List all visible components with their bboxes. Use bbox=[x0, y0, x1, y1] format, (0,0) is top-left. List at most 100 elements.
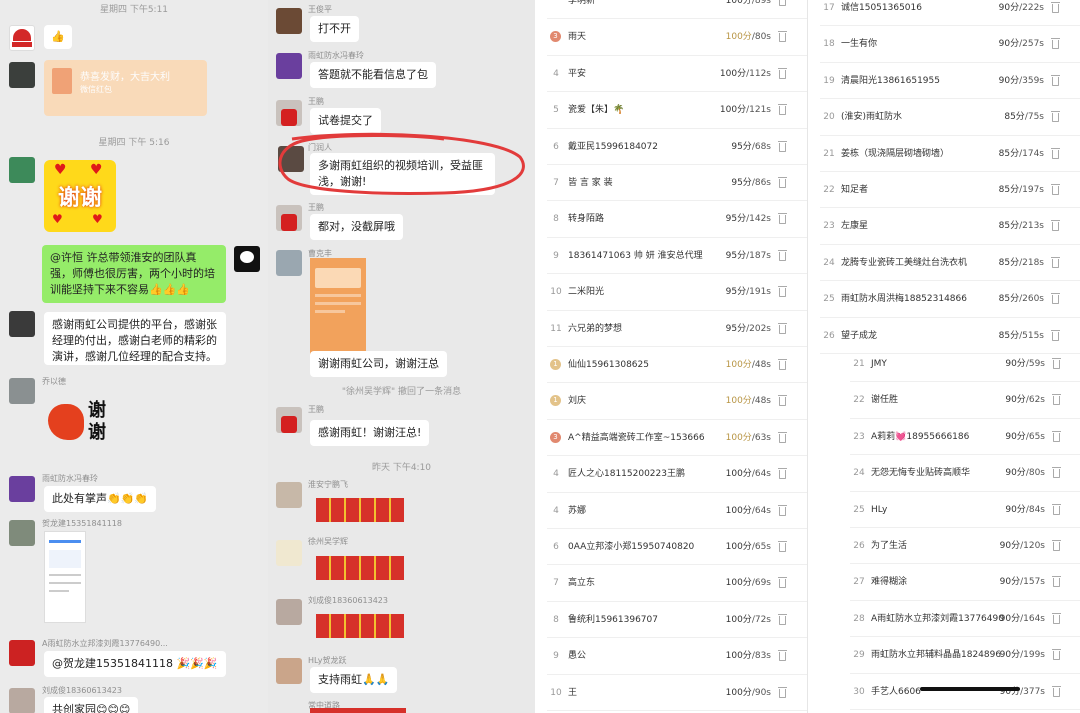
ranking-row[interactable]: 23 A莉莉💓18955666186 90分/65s bbox=[838, 419, 1080, 456]
ranking-row[interactable]: 30 手艺人6606 90分/377s bbox=[838, 674, 1080, 710]
ranking-row[interactable]: 29 雨虹防水立邦辅料晶晶1824896 90分/199s bbox=[838, 637, 1080, 674]
ranking-row[interactable]: 18 一生有你 90分/257s bbox=[808, 26, 1080, 63]
avatar[interactable] bbox=[276, 8, 302, 34]
avatar[interactable] bbox=[276, 205, 302, 231]
trash-icon[interactable] bbox=[778, 650, 787, 662]
ranking-row[interactable]: 26 为了生活 90分/120s bbox=[838, 528, 1080, 565]
trash-icon[interactable] bbox=[1051, 256, 1060, 268]
message-bubble-self[interactable]: @许恒 许总带领淮安的团队真强，师傅也很厉害，两个小时的培训能坚持下来不容易👍👍… bbox=[42, 245, 226, 303]
trash-icon[interactable] bbox=[778, 31, 787, 43]
avatar[interactable] bbox=[9, 688, 35, 713]
avatar[interactable] bbox=[276, 53, 302, 79]
trash-icon[interactable] bbox=[1051, 293, 1060, 305]
ranking-row[interactable]: 1 仙仙15961308625 100分/48s bbox=[535, 347, 807, 384]
message-bubble[interactable]: 👍 bbox=[44, 25, 72, 49]
ranking-row[interactable]: 23 左康星 85分/213s bbox=[808, 208, 1080, 245]
trash-icon[interactable] bbox=[1051, 111, 1060, 123]
message-bubble[interactable]: 支持雨虹🙏🙏 bbox=[310, 667, 398, 693]
trash-icon[interactable] bbox=[1052, 430, 1061, 442]
trash-icon[interactable] bbox=[778, 504, 787, 516]
ranking-row[interactable]: 6 戴亚民15996184072 95分/68s bbox=[535, 129, 807, 165]
trash-icon[interactable] bbox=[1052, 612, 1061, 624]
ranking-row[interactable]: 4 平安 100分/112s bbox=[535, 56, 807, 93]
avatar[interactable] bbox=[276, 100, 302, 126]
ranking-row[interactable]: 27 难得糊涂 90分/157s bbox=[838, 564, 1080, 601]
avatar[interactable] bbox=[9, 640, 35, 666]
ranking-row[interactable]: 22 谢任胜 90分/62s bbox=[838, 382, 1080, 419]
ranking-row[interactable]: 9 18361471063 帅 妍 淮安总代理 95分/187s bbox=[535, 238, 807, 275]
message-bubble[interactable]: 共创家园😊😊😊 bbox=[44, 697, 139, 713]
ranking-row[interactable]: 4 匠人之心18115200223王鹏 100分/64s bbox=[535, 456, 807, 493]
trash-icon[interactable] bbox=[1051, 329, 1060, 341]
message-bubble[interactable]: 答题就不能看信息了包 bbox=[310, 62, 436, 88]
avatar[interactable] bbox=[276, 407, 302, 433]
trash-icon[interactable] bbox=[778, 686, 787, 698]
avatar[interactable] bbox=[9, 62, 35, 88]
ranking-row[interactable]: 19 清晨阳光13861651955 90分/359s bbox=[808, 63, 1080, 100]
trash-icon[interactable] bbox=[778, 213, 787, 225]
trash-icon[interactable] bbox=[1052, 394, 1061, 406]
trash-icon[interactable] bbox=[1051, 2, 1060, 13]
trash-icon[interactable] bbox=[1052, 649, 1061, 661]
ranking-row[interactable]: 7 皆 言 家 装 95分/86s bbox=[535, 165, 807, 202]
trash-icon[interactable] bbox=[1051, 220, 1060, 232]
trash-icon[interactable] bbox=[778, 431, 787, 443]
avatar[interactable] bbox=[276, 599, 302, 625]
trash-icon[interactable] bbox=[1052, 467, 1061, 479]
ranking-row[interactable]: 24 龙腾专业瓷砖工美缝灶台洗衣机 85分/218s bbox=[808, 245, 1080, 282]
trash-icon[interactable] bbox=[1052, 540, 1061, 551]
avatar[interactable] bbox=[9, 378, 35, 404]
ranking-row[interactable]: 21 JMY 90分/59s bbox=[838, 346, 1080, 383]
message-bubble[interactable]: @贺龙建15351841118 🎉🎉🎉 bbox=[44, 651, 226, 677]
trash-icon[interactable] bbox=[778, 395, 787, 407]
image-message[interactable] bbox=[310, 258, 366, 356]
trash-icon[interactable] bbox=[778, 541, 787, 552]
ranking-row[interactable]: 25 HLy 90分/84s bbox=[838, 492, 1080, 528]
trash-icon[interactable] bbox=[778, 286, 787, 298]
ranking-row[interactable]: 3 A^精益高端瓷砖工作室~153666 100分/63s bbox=[535, 420, 807, 457]
ranking-row[interactable]: 17 诚信15051365016 90分/222s bbox=[808, 0, 1080, 27]
avatar[interactable] bbox=[9, 25, 35, 51]
ranking-row[interactable]: 7 高立东 100分/69s bbox=[535, 565, 807, 602]
ranking-row[interactable]: 6 0AA立邦漆小郑15950740820 100分/65s bbox=[535, 529, 807, 566]
avatar[interactable] bbox=[9, 476, 35, 502]
avatar[interactable] bbox=[276, 250, 302, 276]
avatar[interactable] bbox=[276, 482, 302, 508]
ranking-row[interactable]: 20 (淮安)雨虹防水 85分/75s bbox=[808, 99, 1080, 136]
ranking-row[interactable]: 28 A雨虹防水立邦漆刘霞13776490 90分/164s bbox=[838, 601, 1080, 638]
ranking-row[interactable]: 10 王 100分/90s bbox=[535, 675, 807, 711]
ranking-row[interactable]: 10 二米阳光 95分/191s bbox=[535, 274, 807, 311]
message-bubble[interactable]: 此处有掌声👏👏👏 bbox=[44, 486, 157, 512]
trash-icon[interactable] bbox=[1051, 147, 1060, 159]
message-bubble[interactable]: 打不开 bbox=[310, 16, 359, 42]
ranking-row[interactable]: 8 转身陌路 95分/142s bbox=[535, 201, 807, 238]
trash-icon[interactable] bbox=[1051, 74, 1060, 86]
avatar[interactable] bbox=[234, 246, 260, 272]
trash-icon[interactable] bbox=[1051, 184, 1060, 195]
avatar[interactable] bbox=[9, 520, 35, 546]
ranking-row[interactable]: 11 六兄弟的梦想 95分/202s bbox=[535, 311, 807, 347]
trash-icon[interactable] bbox=[1052, 576, 1061, 588]
trash-icon[interactable] bbox=[778, 67, 787, 79]
ranking-row[interactable]: 8 鲁统利15961396707 100分/72s bbox=[535, 602, 807, 639]
trash-icon[interactable] bbox=[778, 359, 787, 370]
ranking-row[interactable]: 22 知足者 85分/197s bbox=[808, 172, 1080, 209]
trash-icon[interactable] bbox=[1052, 358, 1061, 369]
message-bubble[interactable]: 试卷提交了 bbox=[310, 108, 381, 134]
trash-icon[interactable] bbox=[778, 613, 787, 625]
trash-icon[interactable] bbox=[778, 468, 787, 480]
message-bubble[interactable]: 谢谢雨虹公司，谢谢汪总 bbox=[310, 351, 447, 377]
ranking-row[interactable]: 9 愚公 100分/83s bbox=[535, 638, 807, 675]
message-bubble[interactable]: 感谢雨虹公司提供的平台，感谢张经理的付出，感谢白老师的精彩的演讲，感谢几位经理的… bbox=[44, 312, 226, 365]
trash-icon[interactable] bbox=[778, 577, 787, 589]
image-message[interactable] bbox=[44, 531, 86, 623]
trash-icon[interactable] bbox=[778, 140, 787, 152]
red-packet-card[interactable]: 恭喜发财，大吉大利 微信红包 bbox=[44, 60, 207, 116]
ranking-row[interactable]: 24 无怨无悔专业贴砖高顺华 90分/80s bbox=[838, 455, 1080, 492]
ranking-row[interactable]: 1 刘庆 100分/48s bbox=[535, 383, 807, 420]
avatar[interactable] bbox=[276, 540, 302, 566]
trash-icon[interactable] bbox=[778, 177, 787, 188]
trash-icon[interactable] bbox=[1051, 38, 1060, 50]
trash-icon[interactable] bbox=[778, 249, 787, 261]
trash-icon[interactable] bbox=[1052, 685, 1061, 697]
